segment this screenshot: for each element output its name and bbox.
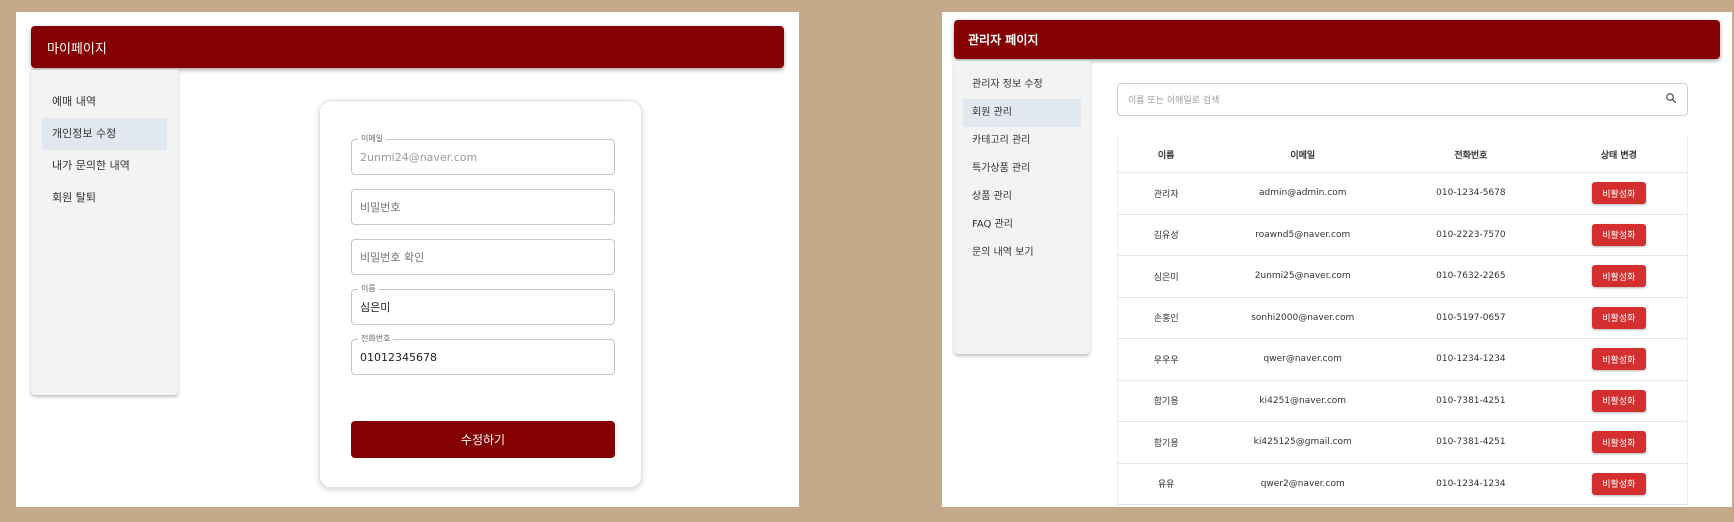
search-placeholder: 이름 또는 이메일로 검색 bbox=[1128, 96, 1220, 106]
table-row: 유유 qwer2@naver.com 010-1234-1234 비활성화 bbox=[1117, 463, 1688, 505]
cell-email: qwer2@naver.com bbox=[1214, 463, 1392, 505]
deactivate-button[interactable]: 비활성화 bbox=[1591, 223, 1646, 246]
admin-sidebar: 관리자 정보 수정 회원 관리 카테고리 관리 특가상품 관리 상품 관리 FA… bbox=[954, 61, 1090, 354]
column-header-phone: 전화번호 bbox=[1391, 136, 1551, 173]
page-title: 마이페이지 bbox=[47, 41, 107, 57]
cell-name: 함기용 bbox=[1117, 421, 1215, 464]
column-header-status: 상태 변경 bbox=[1550, 136, 1688, 173]
table-row: 함기용 ki425125@gmail.com 010-7381-4251 비활성… bbox=[1117, 421, 1688, 464]
deactivate-button[interactable]: 비활성화 bbox=[1591, 306, 1646, 329]
table-row: 김유성 roawnd5@naver.com 010-2223-7570 비활성화 bbox=[1117, 214, 1688, 256]
phone-field-value: 01012345678 bbox=[360, 350, 437, 364]
phone-field[interactable]: 전화번호 01012345678 bbox=[351, 334, 615, 375]
deactivate-button[interactable]: 비활성화 bbox=[1591, 265, 1646, 288]
name-field-value: 심은미 bbox=[360, 301, 391, 314]
cell-email: admin@admin.com bbox=[1214, 172, 1392, 215]
search-icon[interactable] bbox=[1665, 92, 1677, 107]
sidebar-item-faq-management[interactable]: FAQ 관리 bbox=[963, 211, 1081, 239]
deactivate-button[interactable]: 비활성화 bbox=[1591, 472, 1646, 495]
cell-name: 심은미 bbox=[1117, 255, 1215, 298]
cell-phone: 010-5197-0657 bbox=[1391, 297, 1551, 339]
cell-phone: 010-1234-1234 bbox=[1391, 338, 1551, 381]
cell-name: 함기용 bbox=[1117, 380, 1215, 422]
cell-phone: 010-7381-4251 bbox=[1391, 421, 1551, 464]
mypage-sidebar: 예매 내역 개인정보 수정 내가 문의한 내역 회원 탈퇴 bbox=[31, 70, 178, 395]
cell-action: 비활성화 bbox=[1550, 255, 1688, 298]
cell-action: 비활성화 bbox=[1550, 297, 1688, 339]
member-search-input[interactable]: 이름 또는 이메일로 검색 bbox=[1117, 83, 1688, 116]
password-confirm-field-placeholder: 비밀번호 확인 bbox=[360, 251, 425, 264]
table-row: 우우우 qwer@naver.com 010-1234-1234 비활성화 bbox=[1117, 338, 1688, 381]
cell-phone: 010-7381-4251 bbox=[1391, 380, 1551, 422]
table-header-row: 이름 이메일 전화번호 상태 변경 bbox=[1117, 136, 1688, 173]
cell-name: 김유성 bbox=[1117, 214, 1215, 256]
cell-name: 우우우 bbox=[1117, 338, 1215, 381]
sidebar-item-reservations[interactable]: 예매 내역 bbox=[42, 86, 167, 118]
mypage-header: 마이페이지 bbox=[31, 26, 784, 68]
password-field-placeholder: 비밀번호 bbox=[360, 201, 401, 214]
cell-action: 비활성화 bbox=[1550, 380, 1688, 422]
password-field[interactable]: 비밀번호 bbox=[351, 189, 615, 225]
cell-email: roawnd5@naver.com bbox=[1214, 214, 1392, 256]
cell-email: qwer@naver.com bbox=[1214, 338, 1392, 381]
cell-phone: 010-1234-1234 bbox=[1391, 463, 1551, 505]
sidebar-item-edit-profile[interactable]: 개인정보 수정 bbox=[42, 118, 167, 150]
admin-header: 관리자 페이지 bbox=[954, 20, 1720, 59]
table-row: 관리자 admin@admin.com 010-1234-5678 비활성화 bbox=[1117, 172, 1688, 215]
cell-name: 손홍인 bbox=[1117, 297, 1215, 339]
sidebar-item-withdraw[interactable]: 회원 탈퇴 bbox=[42, 182, 167, 214]
submit-button[interactable]: 수정하기 bbox=[351, 421, 615, 458]
email-field-label: 이메일 bbox=[358, 134, 387, 144]
sidebar-item-member-management[interactable]: 회원 관리 bbox=[963, 99, 1081, 127]
cell-name: 관리자 bbox=[1117, 172, 1215, 215]
cell-email: ki4251@naver.com bbox=[1214, 380, 1392, 422]
cell-action: 비활성화 bbox=[1550, 463, 1688, 505]
cell-email: ki425125@gmail.com bbox=[1214, 421, 1392, 464]
name-field-label: 이름 bbox=[358, 284, 379, 294]
cell-action: 비활성화 bbox=[1550, 214, 1688, 256]
phone-field-label: 전화번호 bbox=[358, 334, 394, 344]
deactivate-button[interactable]: 비활성화 bbox=[1591, 348, 1646, 371]
cell-phone: 010-7632-2265 bbox=[1391, 255, 1551, 298]
password-confirm-field[interactable]: 비밀번호 확인 bbox=[351, 239, 615, 275]
sidebar-item-category-management[interactable]: 카테고리 관리 bbox=[963, 127, 1081, 155]
cell-action: 비활성화 bbox=[1550, 172, 1688, 215]
admin-window: 관리자 페이지 관리자 정보 수정 회원 관리 카테고리 관리 특가상품 관리 … bbox=[942, 12, 1732, 507]
sidebar-item-product-management[interactable]: 상품 관리 bbox=[963, 183, 1081, 211]
cell-action: 비활성화 bbox=[1550, 421, 1688, 464]
cell-name: 유유 bbox=[1117, 463, 1215, 505]
admin-page-title: 관리자 페이지 bbox=[968, 33, 1039, 47]
cell-action: 비활성화 bbox=[1550, 338, 1688, 381]
deactivate-button[interactable]: 비활성화 bbox=[1591, 431, 1646, 454]
deactivate-button[interactable]: 비활성화 bbox=[1591, 389, 1646, 412]
table-row: 함기용 ki4251@naver.com 010-7381-4251 비활성화 bbox=[1117, 380, 1688, 422]
cell-email: 2unmi25@naver.com bbox=[1214, 255, 1392, 298]
deactivate-button[interactable]: 비활성화 bbox=[1591, 182, 1646, 205]
email-field[interactable]: 이메일 2unmi24@naver.com bbox=[351, 134, 615, 175]
sidebar-item-special-products[interactable]: 특가상품 관리 bbox=[963, 155, 1081, 183]
name-field[interactable]: 이름 심은미 bbox=[351, 284, 615, 325]
profile-edit-form: 이메일 2unmi24@naver.com 비밀번호 비밀번호 확인 이름 심은… bbox=[319, 100, 642, 488]
sidebar-item-inquiries[interactable]: 문의 내역 보기 bbox=[963, 239, 1081, 267]
member-table: 이름 이메일 전화번호 상태 변경 관리자 admin@admin.com 01… bbox=[1117, 136, 1688, 505]
email-field-value: 2unmi24@naver.com bbox=[360, 150, 478, 164]
cell-phone: 010-2223-7570 bbox=[1391, 214, 1551, 256]
column-header-email: 이메일 bbox=[1214, 136, 1392, 173]
table-row: 손홍인 sonhi2000@naver.com 010-5197-0657 비활… bbox=[1117, 297, 1688, 339]
mypage-window: 마이페이지 예매 내역 개인정보 수정 내가 문의한 내역 회원 탈퇴 이메일 … bbox=[16, 12, 799, 507]
column-header-name: 이름 bbox=[1117, 136, 1215, 173]
table-row: 심은미 2unmi25@naver.com 010-7632-2265 비활성화 bbox=[1117, 255, 1688, 298]
cell-email: sonhi2000@naver.com bbox=[1214, 297, 1392, 339]
sidebar-item-admin-info[interactable]: 관리자 정보 수정 bbox=[963, 71, 1081, 99]
sidebar-item-my-inquiries[interactable]: 내가 문의한 내역 bbox=[42, 150, 167, 182]
cell-phone: 010-1234-5678 bbox=[1391, 172, 1551, 215]
